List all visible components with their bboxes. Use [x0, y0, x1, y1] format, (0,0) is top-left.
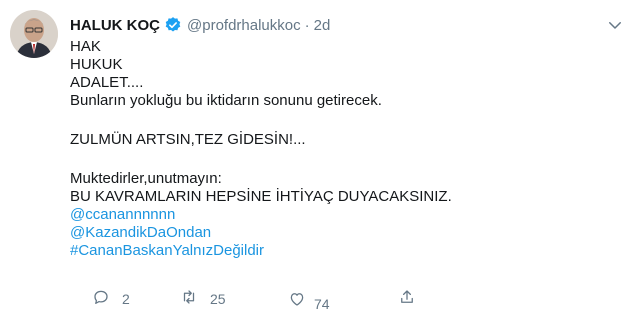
share-icon: [398, 288, 416, 309]
tweet-line: HUKUK: [70, 56, 123, 73]
like-button[interactable]: 74: [288, 288, 330, 312]
verified-badge-icon: [164, 16, 182, 34]
retweet-button[interactable]: 25: [180, 288, 226, 309]
tweet-line: Bunların yokluğu bu iktidarın sonunu get…: [70, 92, 382, 109]
reply-button[interactable]: 2: [92, 288, 130, 309]
mention-link[interactable]: @KazandikDaOndan: [70, 224, 610, 242]
reply-count: 2: [122, 290, 130, 307]
tweet-actions: 2 25 74: [92, 288, 432, 314]
hashtag-link[interactable]: #CananBaskanYalnızDeğildir: [70, 242, 610, 260]
tweet-line: HAK: [70, 38, 101, 55]
share-button[interactable]: [398, 288, 416, 309]
retweet-icon: [180, 288, 198, 309]
heart-icon: [288, 290, 306, 311]
tweet-line: BU KAVRAMLARIN HEPSİNE İHTİYAÇ DUYACAKSI…: [70, 188, 452, 205]
chevron-down-icon[interactable]: [606, 16, 624, 34]
like-count: 74: [314, 296, 330, 312]
author-handle[interactable]: @profdrhalukkoc: [187, 17, 301, 34]
tweet-header: HALUK KOÇ @profdrhalukkoc · 2d: [70, 14, 330, 36]
tweet-time[interactable]: 2d: [314, 17, 331, 34]
separator-dot: ·: [304, 16, 310, 34]
tweet-line: ZULMÜN ARTSIN,TEZ GİDESİN!...: [70, 131, 306, 148]
author-name[interactable]: HALUK KOÇ: [70, 17, 160, 34]
tweet-line: Muktedirler,unutmayın:: [70, 170, 222, 187]
reply-icon: [92, 288, 110, 309]
avatar[interactable]: [10, 10, 58, 58]
tweet-line: ADALET....: [70, 74, 144, 91]
mention-link[interactable]: @ccanannnnnn: [70, 206, 610, 224]
tweet-text: HAK HUKUK ADALET.... Bunların yokluğu bu…: [70, 38, 610, 260]
retweet-count: 25: [210, 290, 226, 307]
tweet[interactable]: HALUK KOÇ @profdrhalukkoc · 2d HAK HUKUK…: [0, 0, 640, 318]
